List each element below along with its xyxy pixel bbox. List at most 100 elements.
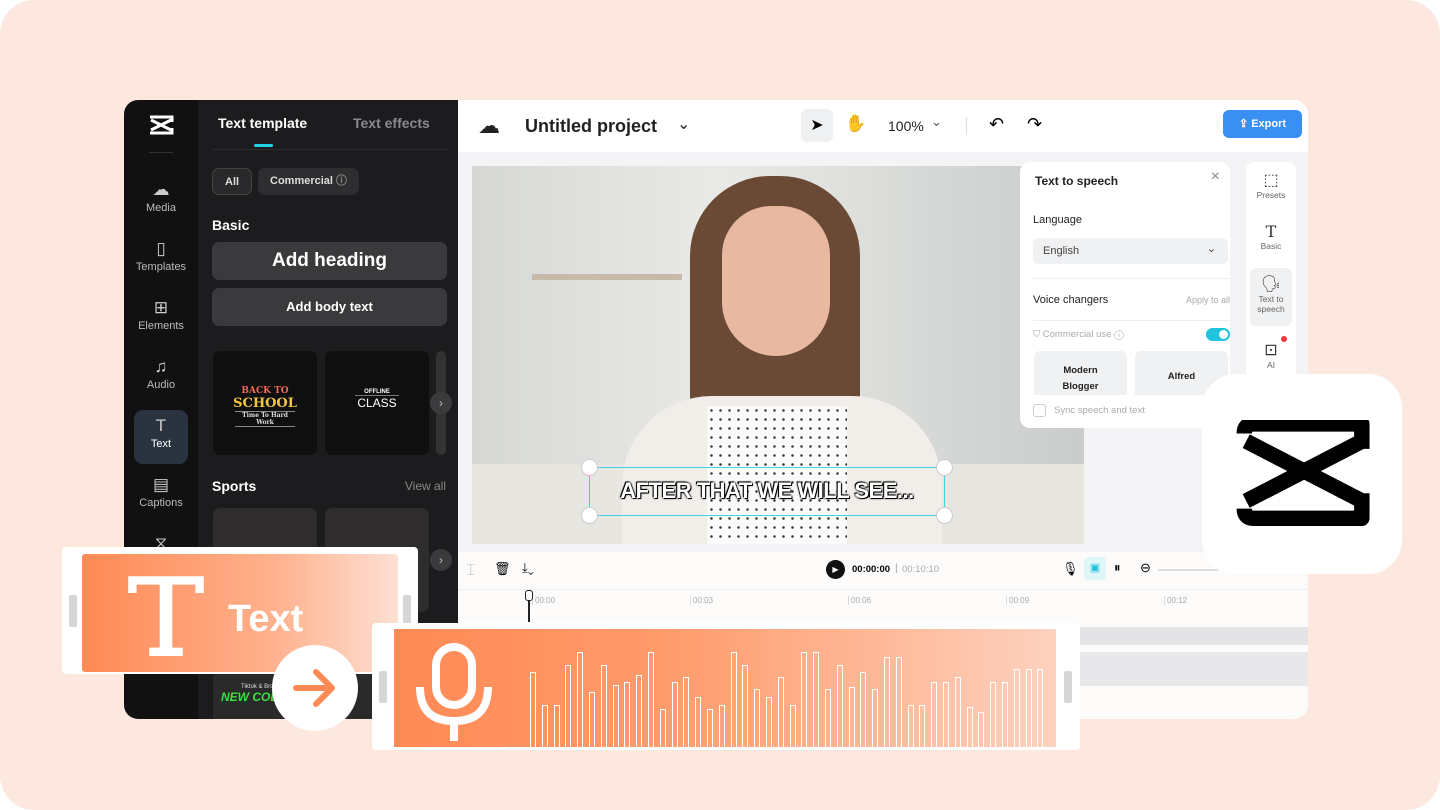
playhead-handle[interactable] bbox=[525, 590, 533, 601]
waveform-bar bbox=[659, 709, 666, 747]
waveform-bar bbox=[1037, 669, 1044, 747]
filter-all[interactable]: All bbox=[212, 168, 253, 195]
split-icon[interactable]: ⌶ bbox=[466, 562, 476, 580]
prop-ai[interactable]: ⊡ AI bbox=[1250, 334, 1292, 378]
sidebar-item-audio[interactable]: ♫ Audio bbox=[134, 351, 188, 405]
undo-icon[interactable]: ↶ bbox=[989, 114, 1004, 135]
section-title-sports: Sports bbox=[212, 478, 257, 494]
resize-handle[interactable] bbox=[581, 459, 598, 476]
export-button[interactable]: ⇪ Export bbox=[1223, 110, 1302, 138]
waveform-bar bbox=[860, 672, 867, 747]
zoom-out-icon[interactable]: ⊖ bbox=[1140, 560, 1151, 576]
caption-text-box[interactable]: AFTER THAT WE WILL SEE... bbox=[581, 459, 953, 524]
playhead[interactable] bbox=[525, 590, 533, 622]
time-separator: | bbox=[895, 563, 898, 574]
waveform-bar bbox=[836, 665, 843, 747]
zoom-level[interactable]: 100% bbox=[888, 118, 924, 134]
commercial-use-toggle[interactable] bbox=[1206, 328, 1230, 341]
add-body-text-button[interactable]: Add body text bbox=[212, 288, 447, 326]
sidebar-item-media[interactable]: ☁ Media bbox=[134, 174, 188, 228]
sidebar-item-captions[interactable]: ▤ Captions bbox=[134, 469, 188, 523]
waveform-bar bbox=[589, 692, 595, 747]
waveform-bar bbox=[907, 705, 914, 747]
project-title[interactable]: Untitled project bbox=[525, 116, 657, 137]
arrow-right-icon bbox=[293, 669, 335, 707]
toggle-knob bbox=[1219, 330, 1228, 339]
tab-text-template[interactable]: Text template bbox=[218, 115, 307, 131]
chevron-down-icon[interactable]: ⌄ bbox=[677, 114, 690, 134]
capcut-logo-icon bbox=[150, 115, 174, 135]
tab-text-effects[interactable]: Text effects bbox=[353, 115, 430, 131]
apply-to-all-button[interactable]: Apply to all bbox=[1186, 295, 1230, 305]
redo-icon[interactable]: ↷ bbox=[1027, 114, 1042, 135]
sidebar-item-templates[interactable]: ▯ Templates bbox=[134, 233, 188, 287]
template-card-back-to-school[interactable]: BACK TO SCHOOL Time To Hard Work bbox=[213, 351, 317, 455]
sidebar-item-text[interactable]: T Text bbox=[134, 410, 188, 464]
ruler-tick-label: 00:09 bbox=[1006, 596, 1029, 605]
voice-card-modern-blogger[interactable]: Modern Blogger bbox=[1034, 351, 1127, 395]
microphone-icon[interactable]: 🎙 bbox=[1062, 561, 1079, 577]
close-icon[interactable]: × bbox=[1211, 168, 1220, 186]
delete-icon[interactable]: 🗑 bbox=[494, 561, 511, 577]
prop-text-to-speech[interactable]: 🗣 Text to speech bbox=[1250, 268, 1292, 326]
card-text: SCHOOL bbox=[233, 396, 297, 411]
language-value: English bbox=[1043, 245, 1080, 257]
zoom-slider[interactable] bbox=[1158, 569, 1218, 571]
add-heading-button[interactable]: Add heading bbox=[212, 242, 447, 280]
download-icon[interactable]: ⤓⌄ bbox=[522, 560, 534, 576]
arrow-badge bbox=[272, 645, 358, 731]
waveform-bar bbox=[530, 672, 536, 747]
chevron-right-icon[interactable]: › bbox=[430, 549, 452, 571]
presets-icon: ⬚ bbox=[1263, 172, 1279, 189]
resize-handle[interactable] bbox=[936, 507, 953, 524]
waveform-bar bbox=[718, 705, 725, 747]
notification-dot bbox=[1281, 336, 1287, 342]
waveform-bar bbox=[872, 689, 879, 747]
prop-basic[interactable]: T Basic bbox=[1250, 216, 1292, 260]
filter-label: Commercial bbox=[270, 175, 333, 187]
split-view-icon[interactable]: ⏸ bbox=[1114, 560, 1121, 576]
select-tool-icon[interactable]: ➤ bbox=[801, 109, 833, 142]
waveform-bar bbox=[683, 677, 690, 747]
auto-snap-icon[interactable]: ▣ bbox=[1084, 557, 1106, 580]
sidebar-item-label: Captions bbox=[139, 497, 183, 509]
cloud-icon[interactable]: ☁ bbox=[478, 113, 500, 139]
waveform-bar bbox=[742, 665, 749, 747]
resize-handle[interactable] bbox=[936, 459, 953, 476]
filter-commercial[interactable]: Commercial ⓘ bbox=[258, 168, 360, 195]
view-all-link[interactable]: View all bbox=[405, 479, 446, 493]
text-icon: T bbox=[1265, 222, 1277, 241]
waveform-bar bbox=[954, 677, 961, 747]
resize-handle[interactable] bbox=[581, 507, 598, 524]
chevron-right-icon[interactable]: › bbox=[430, 392, 452, 414]
export-label: Export bbox=[1251, 118, 1287, 130]
chevron-down-icon: ⌄ bbox=[1206, 243, 1216, 255]
language-select[interactable]: English ⌄ bbox=[1033, 238, 1228, 264]
template-card-offline-class[interactable]: OFFLINE CLASS bbox=[325, 351, 429, 455]
sidebar-item-elements[interactable]: ⊞ Elements bbox=[134, 292, 188, 346]
audio-clip[interactable] bbox=[394, 629, 1056, 747]
prop-presets[interactable]: ⬚ Presets bbox=[1250, 164, 1292, 208]
chevron-down-icon[interactable]: ⌄ bbox=[931, 114, 942, 130]
text-clip[interactable]: Text bbox=[82, 554, 398, 672]
prop-label: Presets bbox=[1256, 190, 1286, 200]
prop-label: AI bbox=[1266, 360, 1276, 370]
hand-tool-icon[interactable]: ✋ bbox=[845, 114, 866, 134]
sidebar-item-label: Templates bbox=[135, 261, 187, 273]
info-icon: ⓘ bbox=[1114, 329, 1124, 340]
waveform-bar bbox=[565, 665, 572, 747]
card-text: OFFLINE bbox=[355, 389, 399, 396]
play-button[interactable]: ▶ bbox=[826, 560, 845, 579]
trim-handle-right[interactable] bbox=[1064, 671, 1072, 703]
trim-handle-left[interactable] bbox=[379, 671, 387, 703]
shelf bbox=[532, 274, 682, 280]
trim-handle-left[interactable] bbox=[69, 595, 77, 627]
waveform-bar bbox=[990, 682, 997, 747]
waveform-bar bbox=[754, 689, 761, 747]
sync-speech-checkbox[interactable] bbox=[1033, 404, 1046, 417]
waveform-bar bbox=[695, 697, 702, 747]
current-time: 00:00:00 bbox=[852, 564, 891, 575]
sidebar-item-label: Media bbox=[146, 202, 176, 214]
waveform-bar bbox=[825, 689, 831, 747]
waveform-bar bbox=[671, 682, 678, 747]
